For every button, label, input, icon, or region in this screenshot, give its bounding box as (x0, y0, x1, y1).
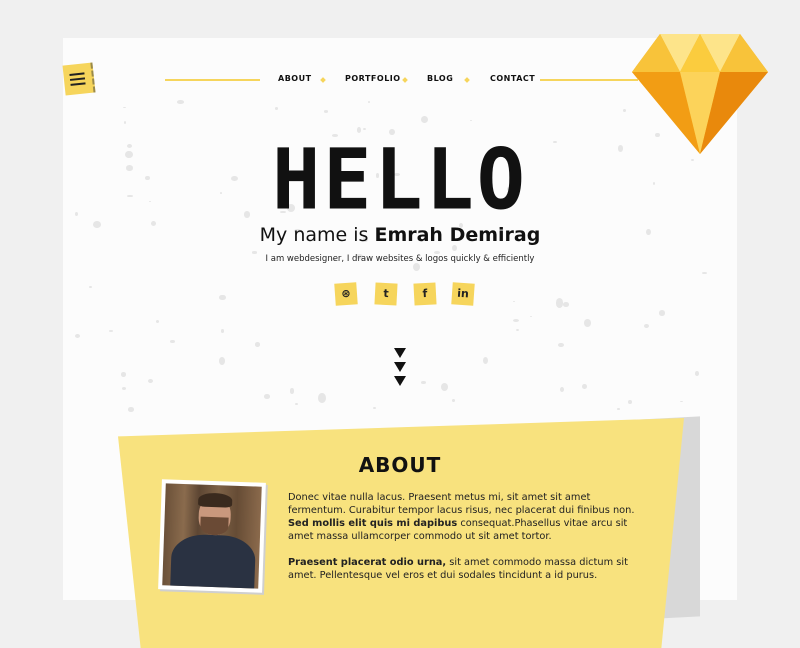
texture-speck (362, 127, 366, 130)
nav-item-contact[interactable]: CONTACT (490, 74, 535, 83)
intro-name: Emrah Demirag (374, 224, 541, 246)
profile-photo-image (162, 483, 262, 589)
texture-speck (318, 393, 326, 404)
texture-speck (264, 394, 270, 399)
twitter-button[interactable]: t (374, 282, 398, 306)
linkedin-button[interactable]: in (451, 282, 475, 306)
texture-speck (451, 245, 457, 252)
about-text-span: Donec vitae nulla lacus. Praesent metus … (288, 492, 635, 516)
scroll-down-arrow-icon[interactable] (394, 376, 406, 386)
texture-speck (323, 109, 328, 113)
dribbble-icon: ⊛ (340, 286, 352, 301)
texture-speck (470, 119, 473, 121)
texture-speck (274, 106, 278, 110)
facebook-button[interactable]: f (413, 282, 437, 306)
texture-speck (627, 400, 632, 405)
texture-speck (295, 402, 298, 405)
texture-speck (581, 383, 587, 390)
about-text-bold: Sed mollis elit quis mi dapibus (288, 518, 458, 529)
photo-shirt (169, 533, 257, 589)
nav-line-left (165, 79, 260, 81)
about-text: Donec vitae nulla lacus. Praesent metus … (288, 491, 640, 595)
texture-speck (643, 323, 649, 328)
scroll-down-arrow-icon[interactable] (394, 348, 406, 358)
hero-tagline: I am webdesigner, I draw websites & logo… (265, 254, 535, 264)
texture-speck (121, 372, 126, 377)
menu-icon-bar (69, 72, 85, 76)
texture-speck (128, 407, 134, 412)
texture-speck (583, 319, 592, 328)
texture-speck (373, 407, 376, 409)
hero-intro: My name is Emrah Demirag (0, 224, 800, 246)
texture-speck (694, 371, 700, 376)
texture-speck (563, 302, 569, 307)
texture-speck (617, 408, 621, 410)
about-paragraph: Praesent placerat odio urna, sit amet co… (288, 556, 640, 582)
texture-speck (368, 101, 371, 103)
hero-title: HELLO (272, 130, 528, 229)
dribbble-button[interactable]: ⊛ (334, 282, 358, 306)
photo-hair (198, 492, 233, 508)
menu-button[interactable] (62, 62, 96, 96)
nav-item-portfolio[interactable]: PORTFOLIO (345, 74, 401, 83)
about-title: ABOUT (358, 453, 442, 477)
nav-line-right (540, 79, 638, 81)
menu-icon-bar (69, 77, 86, 81)
twitter-icon: t (383, 286, 389, 301)
about-paragraph: Donec vitae nulla lacus. Praesent metus … (288, 491, 640, 543)
about-text-bold: Praesent placerat odio urna, (288, 557, 447, 568)
texture-speck (219, 294, 226, 301)
texture-speck (659, 310, 666, 316)
linkedin-icon: in (456, 286, 470, 301)
facebook-icon: f (422, 286, 428, 301)
texture-speck (557, 342, 564, 348)
profile-photo (158, 479, 266, 593)
photo-beard (200, 516, 229, 536)
texture-speck (289, 388, 295, 394)
nav-item-blog[interactable]: BLOG (427, 74, 453, 83)
texture-speck (254, 342, 261, 347)
nav-item-about[interactable]: ABOUT (278, 74, 312, 83)
intro-prefix: My name is (259, 224, 375, 246)
texture-speck (440, 383, 448, 392)
menu-icon-bar (70, 82, 86, 86)
texture-speck (623, 108, 626, 113)
texture-speck (176, 100, 184, 104)
texture-speck (412, 263, 420, 272)
scroll-down-arrow-icon[interactable] (394, 362, 406, 372)
